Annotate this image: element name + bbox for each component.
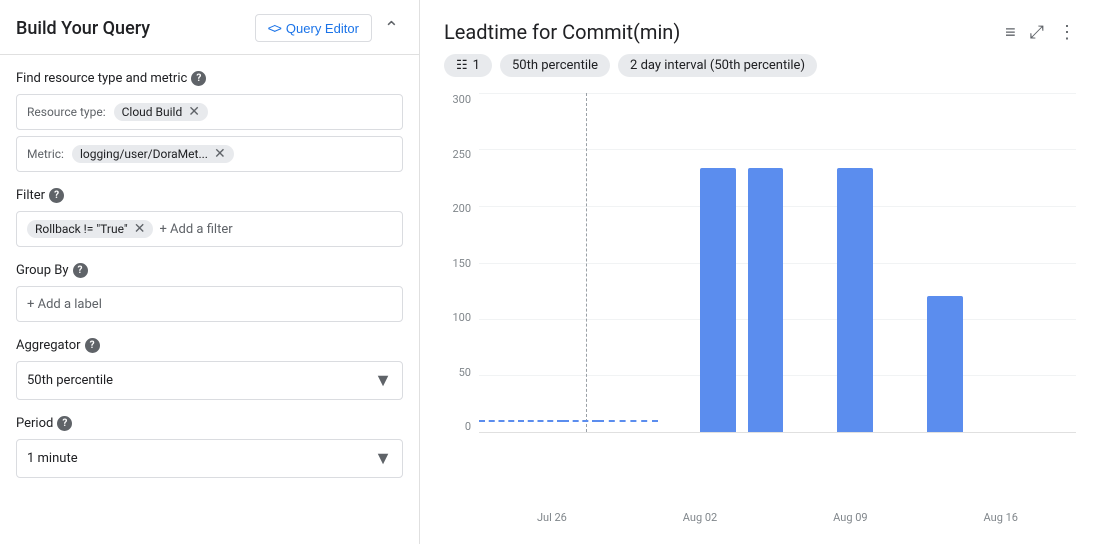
period-help-icon[interactable]: ? <box>57 416 72 431</box>
filter-chip-1-label: 1 <box>473 58 480 73</box>
bar-1 <box>700 168 736 432</box>
right-panel: Leadtime for Commit(min) ≡ ⤢ ⋮ ☷ 1 50th … <box>420 0 1100 544</box>
expand-icon[interactable]: ⤢ <box>1030 22 1044 43</box>
metric-input-box[interactable]: Metric: logging/user/DoraMet... ✕ <box>16 136 403 172</box>
x-label-aug16: Aug 16 <box>984 511 1018 524</box>
period-select[interactable]: 1 minute ▼ <box>16 439 403 478</box>
aggregator-section: Aggregator ? 50th percentile ▼ <box>16 338 403 400</box>
y-label-100: 100 <box>452 311 471 324</box>
filter-chip-close[interactable]: ✕ <box>134 222 146 236</box>
group-by-help-icon[interactable]: ? <box>73 263 88 278</box>
group-by-input-box[interactable]: + Add a label <box>16 286 403 322</box>
y-axis: 300 250 200 150 100 50 0 <box>444 93 479 433</box>
aggregator-help-icon[interactable]: ? <box>85 338 100 353</box>
filter-chip-2[interactable]: 50th percentile <box>500 54 610 77</box>
y-label-0: 0 <box>465 420 471 433</box>
add-filter-text[interactable]: + Add a filter <box>159 222 232 237</box>
group-by-label: Group By ? <box>16 263 403 278</box>
metric-chip: logging/user/DoraMet... ✕ <box>72 145 234 163</box>
resource-type-label: Resource type: <box>27 105 106 119</box>
aggregator-select[interactable]: 50th percentile ▼ <box>16 361 403 400</box>
header-right: <> Query Editor ⌃ <box>255 14 403 42</box>
add-label-text[interactable]: + Add a label <box>27 297 102 312</box>
left-panel: Build Your Query <> Query Editor ⌃ Find … <box>0 0 420 544</box>
group-by-section: Group By ? + Add a label <box>16 263 403 322</box>
code-icon: <> <box>268 20 280 36</box>
filter-label: Filter ? <box>16 188 403 203</box>
resource-metric-input-box[interactable]: Resource type: Cloud Build ✕ <box>16 94 403 130</box>
dashed-hline-1 <box>479 420 563 422</box>
aggregator-label: Aggregator ? <box>16 338 403 353</box>
grid-line-2 <box>479 149 1076 150</box>
period-label: Period ? <box>16 416 403 431</box>
grid-line-1 <box>479 93 1076 94</box>
query-editor-button[interactable]: <> Query Editor <box>255 14 372 42</box>
filter-section: Filter ? Rollback != "True" ✕ + Add a fi… <box>16 188 403 247</box>
collapse-button[interactable]: ⌃ <box>380 16 403 41</box>
dashed-hline-3 <box>598 420 658 422</box>
period-value: 1 minute <box>27 451 78 466</box>
chart-plot <box>479 93 1076 433</box>
dashed-hline-2 <box>563 420 599 422</box>
x-label-jul26: Jul 26 <box>537 511 567 524</box>
resource-type-chip-label: Cloud Build <box>122 105 183 119</box>
x-label-aug02: Aug 02 <box>683 511 717 524</box>
chart-area: 300 250 200 150 100 50 0 <box>444 93 1076 507</box>
more-options-icon[interactable]: ⋮ <box>1058 22 1076 43</box>
resource-type-chip-close[interactable]: ✕ <box>188 105 200 119</box>
filter-chip-3-label: 2 day interval (50th percentile) <box>630 58 805 73</box>
metric-chip-close[interactable]: ✕ <box>214 147 226 161</box>
y-label-50: 50 <box>459 366 471 379</box>
y-label-200: 200 <box>452 202 471 215</box>
aggregator-chevron-icon: ▼ <box>374 370 392 391</box>
panel-title: Build Your Query <box>16 18 150 39</box>
chart-title: Leadtime for Commit(min) <box>444 20 680 44</box>
filter-chip: Rollback != "True" ✕ <box>27 220 153 238</box>
filter-funnel-icon: ☷ <box>456 58 468 73</box>
panel-body: Find resource type and metric ? Resource… <box>0 55 419 494</box>
filter-chip-2-label: 50th percentile <box>512 58 598 73</box>
y-label-150: 150 <box>452 257 471 270</box>
period-chevron-icon: ▼ <box>374 448 392 469</box>
chart-container: 300 250 200 150 100 50 0 <box>444 93 1076 524</box>
y-label-250: 250 <box>452 148 471 161</box>
resource-metric-label: Find resource type and metric ? <box>16 71 403 86</box>
x-label-aug09: Aug 09 <box>833 511 867 524</box>
filter-help-icon[interactable]: ? <box>49 188 64 203</box>
resource-metric-section: Find resource type and metric ? Resource… <box>16 71 403 172</box>
panel-header: Build Your Query <> Query Editor ⌃ <box>0 0 419 55</box>
bar-3 <box>837 168 873 432</box>
list-view-icon[interactable]: ≡ <box>1005 22 1016 43</box>
metric-chip-label: logging/user/DoraMet... <box>80 147 208 161</box>
y-label-300: 300 <box>452 93 471 106</box>
bar-2 <box>748 168 784 432</box>
query-editor-label: Query Editor <box>286 21 359 36</box>
period-section: Period ? 1 minute ▼ <box>16 416 403 478</box>
x-axis: Jul 26 Aug 02 Aug 09 Aug 16 <box>444 507 1076 524</box>
bar-4 <box>927 296 963 432</box>
filter-chip-label: Rollback != "True" <box>35 222 128 236</box>
chart-filters: ☷ 1 50th percentile 2 day interval (50th… <box>444 54 1076 77</box>
chart-icons: ≡ ⤢ ⋮ <box>1005 22 1076 43</box>
resource-metric-help-icon[interactable]: ? <box>191 71 206 86</box>
resource-type-chip: Cloud Build ✕ <box>114 103 208 121</box>
dashed-vertical-line <box>586 93 587 432</box>
chart-header: Leadtime for Commit(min) ≡ ⤢ ⋮ <box>444 20 1076 44</box>
metric-label: Metric: <box>27 147 64 161</box>
filter-chip-1[interactable]: ☷ 1 <box>444 54 492 77</box>
aggregator-value: 50th percentile <box>27 373 113 388</box>
filter-chip-3[interactable]: 2 day interval (50th percentile) <box>618 54 817 77</box>
filter-input-box[interactable]: Rollback != "True" ✕ + Add a filter <box>16 211 403 247</box>
